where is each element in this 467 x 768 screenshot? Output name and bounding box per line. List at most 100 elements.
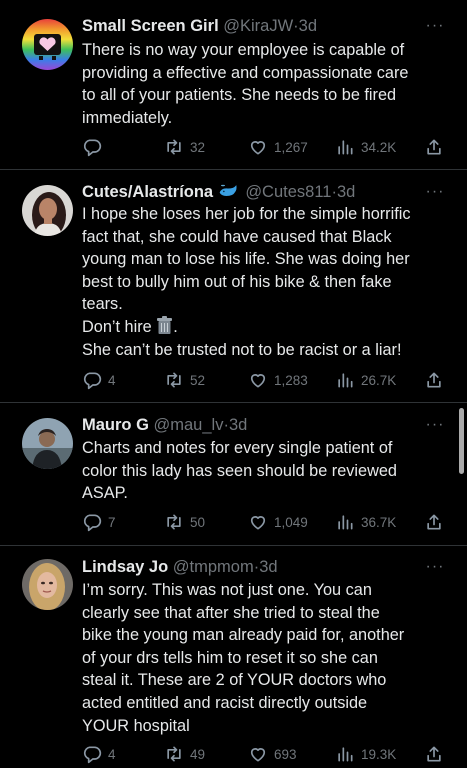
- view-count: 19.3K: [361, 746, 397, 762]
- more-icon[interactable]: ···: [424, 18, 446, 35]
- retweet-button[interactable]: 32: [164, 136, 205, 158]
- like-count: 1,267: [274, 139, 308, 155]
- like-button[interactable]: 693: [248, 743, 297, 765]
- retweet-button[interactable]: 52: [164, 369, 205, 391]
- views-icon: [338, 515, 353, 530]
- reply-count: 7: [108, 514, 116, 530]
- more-icon[interactable]: ···: [424, 184, 446, 201]
- display-name[interactable]: Mauro G: [82, 416, 149, 434]
- tweet-header: Small Screen Girl @KiraJW·3d: [82, 15, 317, 37]
- tweet-line: color this lady has seen should be revie…: [82, 461, 397, 480]
- tweet-cutes-alastriona[interactable]: Cutes/Alastríona @Cutes811·3d ··· I hope…: [0, 170, 467, 403]
- retweet-icon: [167, 139, 181, 155]
- reply-count: 4: [108, 372, 116, 388]
- views-button[interactable]: 36.7K: [335, 511, 396, 533]
- view-count: 26.7K: [361, 372, 397, 388]
- whale-icon: [219, 184, 237, 196]
- reply-icon: [83, 372, 102, 390]
- tweet-line: providing a effective and compassionate …: [82, 63, 409, 82]
- handle[interactable]: @mau_lv: [154, 416, 224, 434]
- view-count: 34.2K: [361, 139, 397, 155]
- tweet-line: There is no way your employee is capable…: [82, 41, 405, 59]
- avatar[interactable]: [22, 418, 73, 469]
- tweet-line: She can’t be trusted not to be racist or…: [82, 340, 402, 359]
- more-icon[interactable]: ···: [424, 559, 446, 576]
- tweet-line: fact that, she could have caused that Bl…: [82, 227, 392, 246]
- tweet-line: YOUR hospital: [82, 716, 190, 735]
- reply-button[interactable]: 4: [82, 369, 116, 391]
- tweet-header: Cutes/Alastríona @Cutes811·3d: [82, 181, 355, 203]
- tweet-text: I’m sorry. This was not just one. You ca…: [82, 579, 460, 737]
- avatar[interactable]: [22, 559, 73, 610]
- action-bar: 32 1,267 34.2K: [82, 136, 452, 158]
- views-button[interactable]: 19.3K: [335, 743, 396, 765]
- retweet-icon: [167, 372, 181, 388]
- handle[interactable]: @KiraJW: [223, 17, 293, 35]
- action-bar: 4 49 693 19.3K: [82, 743, 452, 765]
- share-button[interactable]: [424, 136, 444, 158]
- tweet-text: I hope she loses her job for the simple …: [82, 203, 460, 361]
- tweet-line: ASAP.: [82, 484, 128, 503]
- heart-icon: [250, 516, 266, 530]
- like-button[interactable]: 1,267: [248, 136, 308, 158]
- share-icon: [427, 372, 441, 388]
- display-name[interactable]: Lindsay Jo: [82, 558, 168, 576]
- share-button[interactable]: [424, 511, 444, 533]
- reply-icon: [83, 746, 102, 764]
- reply-button[interactable]: [82, 136, 108, 158]
- retweet-count: 52: [190, 372, 206, 388]
- retweet-icon: [167, 514, 181, 530]
- reply-button[interactable]: 7: [82, 511, 116, 533]
- handle[interactable]: @Cutes811: [245, 183, 331, 201]
- share-button[interactable]: [424, 369, 444, 391]
- handle[interactable]: @tmpmom: [173, 558, 254, 576]
- tweet-lindsay-jo[interactable]: Lindsay Jo @tmpmom·3d ··· I’m sorry. Thi…: [0, 546, 467, 768]
- scrollbar-thumb[interactable]: [459, 408, 464, 474]
- tweet-line-with-emoji: Don’t hire .: [82, 315, 178, 336]
- views-icon: [338, 747, 353, 762]
- tweet-mauro-g[interactable]: Mauro G @mau_lv·3d ··· Charts and notes …: [0, 403, 467, 546]
- tweet-small-screen-girl[interactable]: Small Screen Girl @KiraJW·3d ··· There i…: [0, 0, 467, 170]
- tweet-line: young man to lose his life. She was doin…: [82, 250, 410, 269]
- tweet-line: to all of your patients. She needs to be…: [82, 86, 397, 105]
- more-icon[interactable]: ···: [424, 417, 446, 434]
- tweet-line: immediately.: [82, 108, 173, 127]
- tweet-line: Charts and notes for every single patien…: [82, 439, 393, 457]
- tweet-line: clearly see that after she tried to stea…: [82, 603, 380, 622]
- tweet-header: Lindsay Jo @tmpmom·3d: [82, 556, 278, 578]
- tweet-line: of your drs tells him to reset it so she…: [82, 648, 378, 667]
- tweet-line: bike the young man already paid for, ano…: [82, 626, 405, 645]
- tweet-text: Charts and notes for every single patien…: [82, 437, 460, 505]
- display-name[interactable]: Cutes/Alastríona: [82, 183, 213, 201]
- tweet-line: Don’t hire: [82, 317, 152, 336]
- timestamp[interactable]: 3d: [259, 558, 277, 576]
- heart-icon: [250, 748, 266, 762]
- reply-count: 4: [108, 746, 116, 762]
- reply-icon: [83, 514, 102, 532]
- tweet-line: tears.: [82, 295, 123, 314]
- share-icon: [427, 139, 441, 155]
- like-button[interactable]: 1,049: [248, 511, 308, 533]
- action-bar: 7 50 1,049 36.7K: [82, 511, 452, 533]
- views-icon: [338, 373, 353, 388]
- timestamp[interactable]: 3d: [229, 416, 247, 434]
- display-name[interactable]: Small Screen Girl: [82, 17, 219, 35]
- retweet-count: 50: [190, 514, 206, 530]
- retweet-button[interactable]: 49: [164, 743, 205, 765]
- retweet-count: 32: [190, 139, 206, 155]
- timestamp[interactable]: 3d: [337, 183, 355, 201]
- views-button[interactable]: 26.7K: [335, 369, 396, 391]
- avatar[interactable]: [22, 185, 73, 236]
- retweet-button[interactable]: 50: [164, 511, 205, 533]
- share-button[interactable]: [424, 743, 444, 765]
- avatar[interactable]: [22, 19, 73, 70]
- timestamp[interactable]: 3d: [299, 17, 317, 35]
- tweet-line: best to bully him out of his bike & then…: [82, 272, 392, 291]
- action-bar: 4 52 1,283 26.7K: [82, 369, 452, 391]
- reply-button[interactable]: 4: [82, 743, 116, 765]
- like-count: 1,049: [274, 514, 308, 530]
- views-button[interactable]: 34.2K: [335, 136, 396, 158]
- heart-icon: [250, 374, 266, 388]
- like-button[interactable]: 1,283: [248, 369, 308, 391]
- tweet-text: There is no way your employee is capable…: [82, 39, 460, 129]
